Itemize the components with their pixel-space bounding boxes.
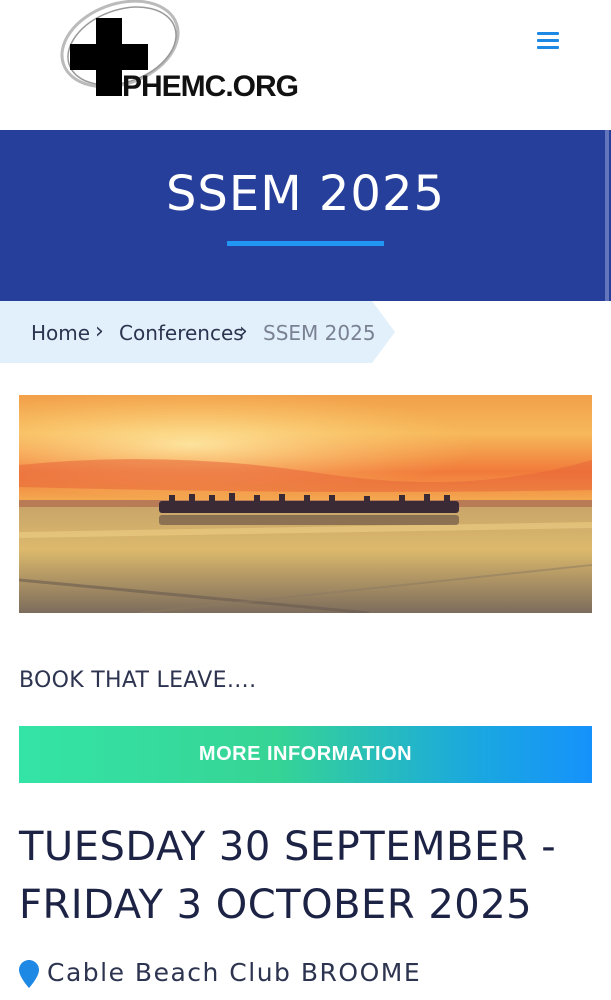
hero-image <box>19 395 592 613</box>
site-logo[interactable]: PHEMC.ORG <box>56 0 306 120</box>
title-underline <box>227 241 384 246</box>
camel-train-sunset-photo <box>19 395 592 613</box>
venue-text: Cable Beach Club BROOME <box>47 958 422 987</box>
map-pin-icon <box>19 960 39 988</box>
scrollbar[interactable] <box>605 130 609 301</box>
menu-button[interactable] <box>532 28 564 58</box>
chevron-right-icon: › <box>239 319 248 344</box>
page-title: SSEM 2025 <box>165 166 446 222</box>
breadcrumb-conferences[interactable]: Conferences <box>119 321 244 345</box>
logo-wordmark: PHEMC.ORG <box>122 70 299 103</box>
breadcrumb-current: SSEM 2025 <box>263 321 376 345</box>
breadcrumb-home[interactable]: Home <box>31 321 90 345</box>
page-banner: SSEM 2025 <box>0 130 611 301</box>
site-header: PHEMC.ORG <box>0 0 611 130</box>
hamburger-menu-icon <box>537 32 559 35</box>
more-information-button[interactable]: MORE INFORMATION <box>19 726 592 783</box>
chevron-right-icon: › <box>95 319 104 344</box>
lead-text: BOOK THAT LEAVE…. <box>19 668 257 693</box>
event-date: TUESDAY 30 SEPTEMBER - FRIDAY 3 OCTOBER … <box>19 824 557 928</box>
breadcrumb: Home › Conferences › SSEM 2025 <box>0 301 395 363</box>
